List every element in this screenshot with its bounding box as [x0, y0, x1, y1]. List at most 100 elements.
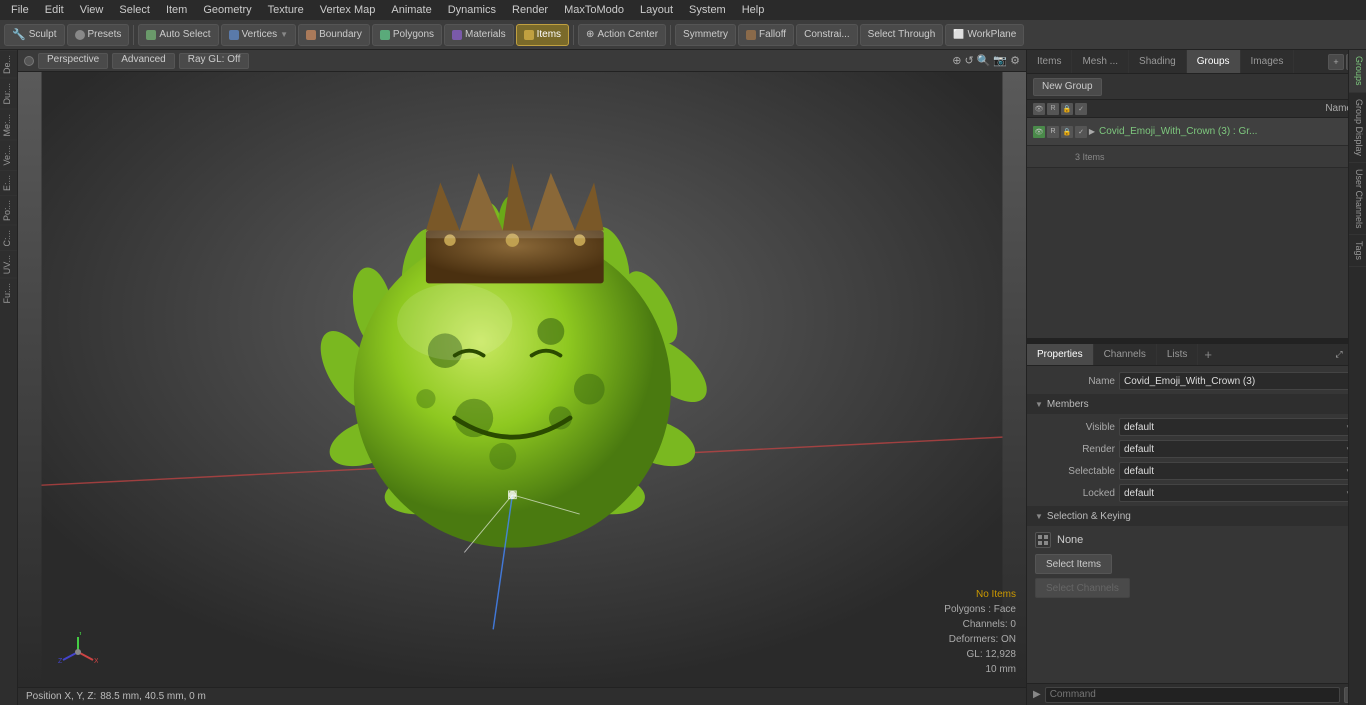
tab-mesh[interactable]: Mesh ... — [1072, 50, 1129, 73]
menu-edit[interactable]: Edit — [38, 3, 71, 17]
menu-view[interactable]: View — [73, 3, 111, 17]
new-group-button[interactable]: New Group — [1033, 78, 1102, 96]
position-label: Position X, Y, Z: — [26, 691, 96, 702]
group-lock-icon[interactable]: 🔒 — [1061, 126, 1073, 138]
viewport-nav-icon-1[interactable]: ⊕ — [952, 54, 961, 67]
polygons-label: Polygons — [393, 29, 434, 40]
props-content: Name ▼ Members Visible default ▼ — [1027, 366, 1366, 683]
falloff-button[interactable]: Falloff — [738, 24, 794, 46]
select-channels-label: Select Channels — [1046, 583, 1119, 594]
prop-locked-dropdown[interactable]: default ▼ — [1119, 484, 1358, 502]
presets-button[interactable]: Presets — [67, 24, 130, 46]
auto-select-label: Auto Select — [159, 29, 210, 40]
perspective-button[interactable]: Perspective — [38, 53, 108, 69]
prop-row-locked: Locked default ▼ — [1027, 482, 1366, 504]
advanced-button[interactable]: Advanced — [112, 53, 174, 69]
menu-file[interactable]: File — [4, 3, 36, 17]
action-center-button[interactable]: ⊕ Action Center — [578, 24, 666, 46]
sel-keying-arrow[interactable]: ▼ — [1035, 512, 1043, 521]
constrai-button[interactable]: Constrai... — [796, 24, 858, 46]
items-button[interactable]: Items — [516, 24, 569, 46]
workplane-button[interactable]: ⬜ WorkPlane — [945, 24, 1024, 46]
menu-layout[interactable]: Layout — [633, 3, 680, 17]
right-side-tab-tags[interactable]: Tags — [1349, 235, 1366, 267]
select-through-button[interactable]: Select Through — [860, 24, 944, 46]
right-side-tab-user-channels[interactable]: User Channels — [1349, 163, 1366, 236]
prop-visible-dropdown[interactable]: default ▼ — [1119, 418, 1358, 436]
sculpt-button[interactable]: 🔧 Sculpt — [4, 24, 65, 46]
menu-geometry[interactable]: Geometry — [196, 3, 258, 17]
sel-keying-label: Selection & Keying — [1047, 511, 1131, 522]
raygl-button[interactable]: Ray GL: Off — [179, 53, 250, 69]
props-tab-lists[interactable]: Lists — [1157, 344, 1199, 365]
position-values: 88.5 mm, 40.5 mm, 0 m — [100, 691, 206, 702]
tab-items[interactable]: Items — [1027, 50, 1072, 73]
tab-shading[interactable]: Shading — [1129, 50, 1187, 73]
menu-item[interactable]: Item — [159, 3, 194, 17]
left-tab-3[interactable]: Ve:... — [0, 140, 17, 170]
members-arrow[interactable]: ▼ — [1035, 400, 1043, 409]
position-bar: Position X, Y, Z: 88.5 mm, 40.5 mm, 0 m — [18, 687, 1026, 705]
menu-select[interactable]: Select — [112, 3, 157, 17]
none-label: None — [1057, 534, 1083, 546]
prop-render-dropdown[interactable]: default ▼ — [1119, 440, 1358, 458]
viewport-canvas[interactable]: No Items Polygons : Face Channels: 0 Def… — [18, 72, 1026, 687]
left-tab-8[interactable]: Fu:... — [0, 278, 17, 308]
props-tab-channels-label: Channels — [1104, 349, 1146, 360]
materials-icon — [452, 30, 462, 40]
groups-content[interactable]: 👁 R 🔒 ✓ ▶ Covid_Emoji_With_Crown (3) : G… — [1027, 118, 1366, 338]
select-items-button[interactable]: Select Items — [1035, 554, 1112, 574]
tab-groups[interactable]: Groups — [1187, 50, 1241, 73]
expand-icon[interactable]: + — [1328, 54, 1344, 70]
materials-button[interactable]: Materials — [444, 24, 514, 46]
tab-images-label: Images — [1251, 56, 1284, 67]
groups-list-header: New Group — [1027, 74, 1366, 100]
menu-texture[interactable]: Texture — [261, 3, 311, 17]
viewport-nav-icon-2[interactable]: ↺ — [965, 54, 974, 67]
boundary-button[interactable]: Boundary — [298, 24, 370, 46]
group-render-icon[interactable]: R — [1047, 126, 1059, 138]
group-row-name: Covid_Emoji_With_Crown (3) : Gr... — [1099, 126, 1360, 137]
props-tab-properties[interactable]: Properties — [1027, 344, 1094, 365]
right-side-tab-groups[interactable]: Groups — [1349, 50, 1366, 93]
menu-render[interactable]: Render — [505, 3, 555, 17]
right-side-tab-group-display[interactable]: Group Display — [1349, 93, 1366, 163]
select-channels-button[interactable]: Select Channels — [1035, 578, 1130, 598]
group-eye-icon[interactable]: 👁 — [1033, 126, 1045, 138]
left-tab-2[interactable]: Me:... — [0, 109, 17, 141]
vertices-button[interactable]: Vertices ▼ — [221, 24, 297, 46]
viewport-gizmo: X Y Z — [58, 632, 98, 672]
viewport-nav-icon-4[interactable]: 📷 — [993, 54, 1007, 67]
props-tab-add[interactable]: + — [1198, 347, 1218, 362]
tab-images[interactable]: Images — [1241, 50, 1295, 73]
left-tab-7[interactable]: UV... — [0, 250, 17, 278]
menu-vertex-map[interactable]: Vertex Map — [313, 3, 383, 17]
command-input[interactable] — [1045, 687, 1340, 703]
left-tab-5[interactable]: Po:... — [0, 195, 17, 225]
left-tab-6[interactable]: C:... — [0, 225, 17, 251]
menu-system[interactable]: System — [682, 3, 733, 17]
group-check-icon[interactable]: ✓ — [1075, 126, 1087, 138]
menu-animate[interactable]: Animate — [384, 3, 438, 17]
props-expand-icon[interactable]: ⤢ — [1332, 348, 1346, 362]
menu-maxtomodo[interactable]: MaxToModo — [557, 3, 631, 17]
polygons-button[interactable]: Polygons — [372, 24, 442, 46]
left-tab-4[interactable]: E:... — [0, 170, 17, 195]
prop-name-input[interactable] — [1119, 372, 1358, 390]
left-tab-1[interactable]: Du:... — [0, 78, 17, 109]
props-tab-channels[interactable]: Channels — [1094, 344, 1157, 365]
col-icons: 👁 R 🔒 ✓ — [1033, 103, 1087, 115]
symmetry-button[interactable]: Symmetry — [675, 24, 736, 46]
viewport-nav-icon-5[interactable]: ⚙ — [1010, 54, 1020, 67]
prop-selectable-dropdown[interactable]: default ▼ — [1119, 462, 1358, 480]
group-expander[interactable]: ▶ — [1087, 127, 1097, 137]
none-badge — [1035, 532, 1051, 548]
left-tab-0[interactable]: De... — [0, 50, 17, 78]
menu-dynamics[interactable]: Dynamics — [441, 3, 503, 17]
group-sub-row: 3 Items — [1027, 146, 1366, 168]
group-item-row[interactable]: 👁 R 🔒 ✓ ▶ Covid_Emoji_With_Crown (3) : G… — [1027, 118, 1366, 146]
sel-keying-area: None Select Items Select Channels — [1027, 528, 1366, 604]
auto-select-button[interactable]: Auto Select — [138, 24, 218, 46]
viewport-nav-icon-3[interactable]: 🔍 — [977, 54, 991, 67]
menu-help[interactable]: Help — [735, 3, 772, 17]
